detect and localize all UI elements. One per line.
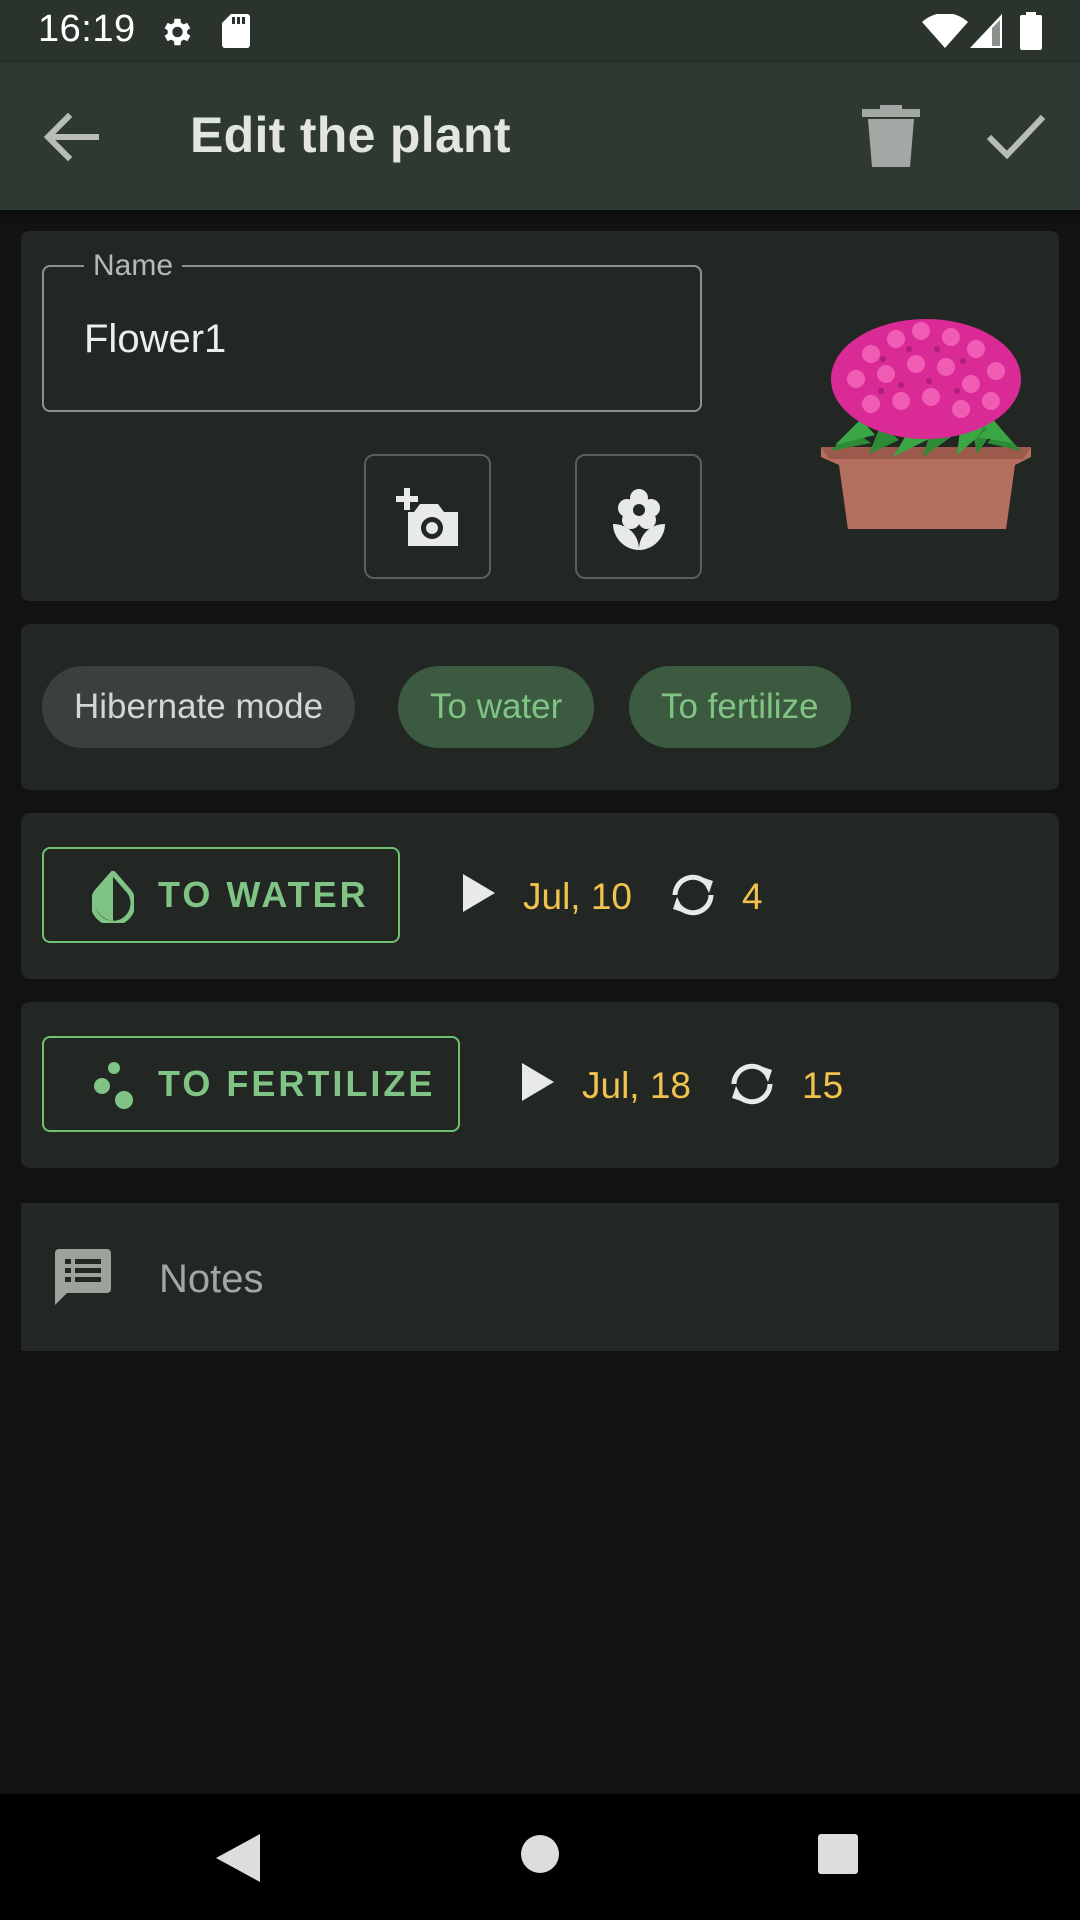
nav-home-icon[interactable]	[520, 1834, 560, 1874]
name-field[interactable]: Name Flower1	[42, 249, 702, 412]
settings-icon	[164, 18, 191, 46]
system-nav-bar	[0, 1794, 1080, 1920]
repeat-icon	[731, 1063, 773, 1105]
nav-back-icon[interactable]	[216, 1834, 260, 1882]
notes-label: Notes	[159, 1257, 264, 1301]
back-arrow-icon[interactable]	[40, 109, 100, 165]
wifi-icon	[922, 14, 968, 48]
modes-card: Hibernate mode To water To fertilize	[21, 624, 1059, 790]
water-task-card: TO WATER Jul, 10 4	[21, 813, 1059, 979]
name-label: Name	[84, 249, 183, 283]
water-interval: 4	[742, 876, 763, 917]
repeat-icon	[672, 874, 714, 916]
check-icon[interactable]	[985, 111, 1047, 161]
choose-plant-image-button[interactable]	[575, 454, 702, 579]
app-bar: Edit the plant	[0, 63, 1080, 210]
status-bar: 16:19	[0, 0, 1080, 63]
fertilizer-icon	[94, 1062, 133, 1109]
page-title: Edit the plant	[190, 107, 511, 163]
name-input[interactable]: Flower1	[84, 317, 226, 362]
fertilize-next-date: Jul, 18	[582, 1065, 692, 1106]
nav-recents-icon[interactable]	[818, 1834, 858, 1874]
take-photo-button[interactable]	[364, 454, 491, 579]
fertilize-task-card: TO FERTILIZE Jul, 18 15	[21, 1002, 1059, 1168]
chip-to-fertilize[interactable]: To fertilize	[629, 666, 851, 748]
to-water-label: TO WATER	[158, 874, 369, 915]
to-water-button[interactable]: TO WATER	[42, 847, 400, 943]
cell-signal-icon	[970, 14, 1002, 48]
trash-icon[interactable]	[862, 105, 920, 167]
play-icon	[463, 874, 495, 912]
chip-hibernate-mode[interactable]: Hibernate mode	[42, 666, 356, 748]
battery-icon	[1020, 12, 1042, 50]
notes-field[interactable]: Notes	[21, 1203, 1059, 1351]
water-next-date: Jul, 10	[523, 876, 633, 917]
to-fertilize-label: TO FERTILIZE	[158, 1063, 436, 1104]
flower-icon	[613, 489, 665, 550]
water-drop-icon	[92, 871, 134, 923]
status-time: 16:19	[38, 8, 136, 50]
fertilize-interval: 15	[802, 1065, 844, 1106]
chip-to-water[interactable]: To water	[398, 666, 595, 748]
plant-image	[821, 319, 1031, 529]
to-fertilize-button[interactable]: TO FERTILIZE	[42, 1036, 460, 1132]
add-photo-icon	[396, 488, 458, 546]
play-icon	[522, 1063, 554, 1101]
sd-card-icon	[222, 14, 250, 48]
plant-info-card: Name Flower1	[21, 231, 1059, 601]
notes-icon	[55, 1249, 111, 1305]
